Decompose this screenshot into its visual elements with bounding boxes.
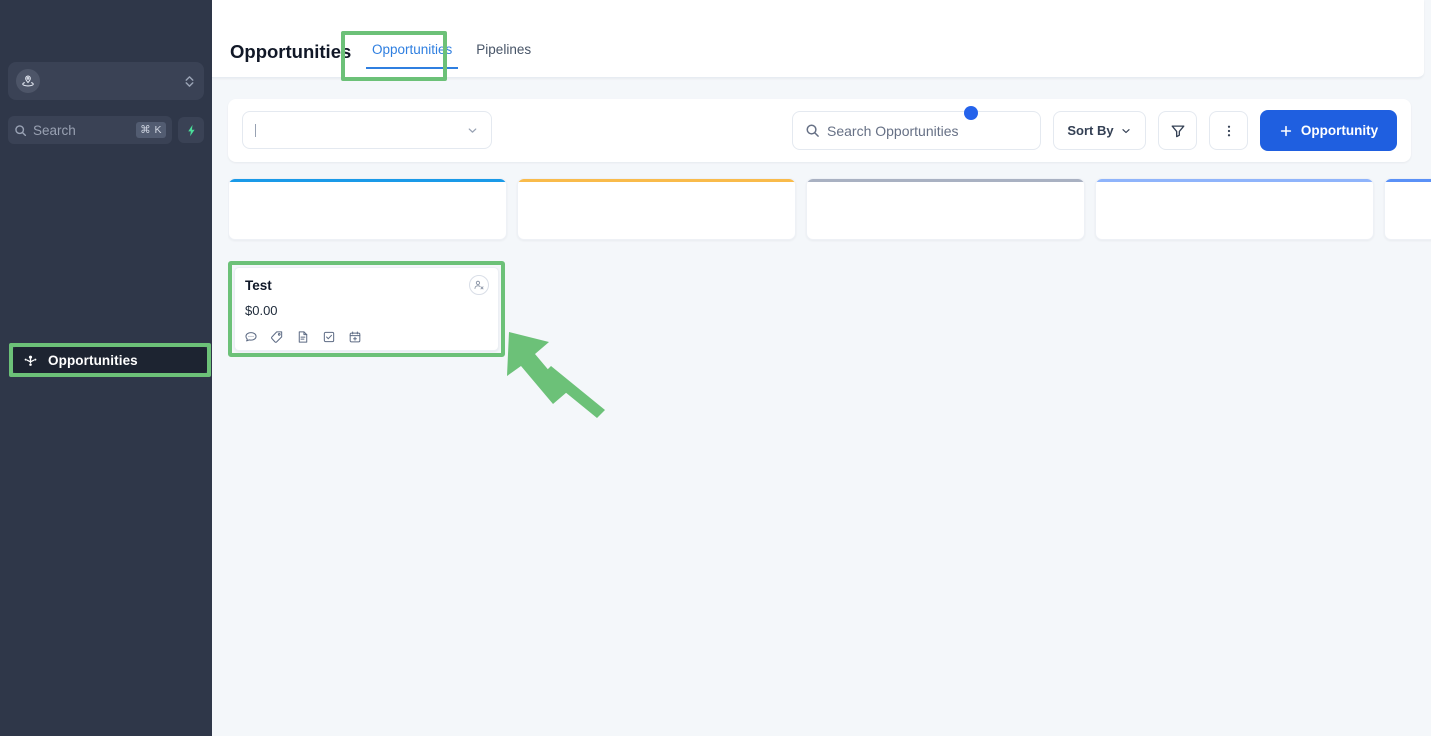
kanban-column-1[interactable] [228,178,507,240]
opportunities-search-input[interactable]: Search Opportunities [792,111,1041,150]
tab-pipelines-label: Pipelines [476,42,532,57]
sidebar-search-row: Search ⌘ K [8,116,204,144]
kanban-board: Test $0.00 [228,178,1431,736]
chevron-down-icon [1120,125,1132,137]
lightning-bolt-icon [185,124,198,137]
opportunity-card-highlight-annotation [228,261,505,357]
pipeline-select-value [255,123,256,137]
kanban-column-3[interactable] [806,178,1085,240]
sidebar-item-highlight-annotation [9,343,211,377]
location-avatar-icon [16,69,40,93]
add-opportunity-label: Opportunity [1300,123,1379,138]
header-tabs: Opportunities Pipelines [360,36,543,69]
kebab-menu-icon [1221,123,1237,139]
kanban-column-4[interactable] [1095,178,1374,240]
kanban-column-5[interactable] [1384,178,1431,240]
more-options-button[interactable] [1209,111,1248,150]
page-title: Opportunities [230,41,352,62]
opportunities-search-placeholder: Search Opportunities [827,122,959,139]
filter-funnel-icon [1170,123,1186,139]
filter-badge-dot [964,106,978,120]
chevron-down-icon [466,124,479,137]
toolbar: Search Opportunities Sort By Opportunity [228,99,1411,162]
org-switcher[interactable] [8,62,204,100]
filter-button[interactable] [1158,111,1197,150]
app-root: Search ⌘ K Opportunities Opportunities O… [0,0,1431,736]
tab-opportunities-label: Opportunities [372,42,453,57]
search-icon [14,124,27,137]
sort-by-label: Sort By [1067,123,1114,138]
search-input[interactable]: Search ⌘ K [8,116,172,144]
pipeline-select[interactable] [242,111,492,149]
chevrons-up-down-icon [183,73,196,90]
plus-icon [1279,124,1293,138]
search-shortcut: ⌘ K [136,122,166,138]
page-header: Opportunities Opportunities Pipelines [212,0,1424,81]
sidebar: Search ⌘ K Opportunities [0,0,212,736]
column-headers [228,178,1431,240]
search-placeholder: Search [33,122,76,138]
kanban-column-2[interactable] [517,178,796,240]
quick-actions-button[interactable] [178,117,204,143]
tab-pipelines[interactable]: Pipelines [464,36,543,69]
add-opportunity-button[interactable]: Opportunity [1260,110,1397,151]
sort-by-button[interactable]: Sort By [1053,111,1146,150]
search-icon [805,123,820,138]
tab-opportunities[interactable]: Opportunities [360,36,464,69]
